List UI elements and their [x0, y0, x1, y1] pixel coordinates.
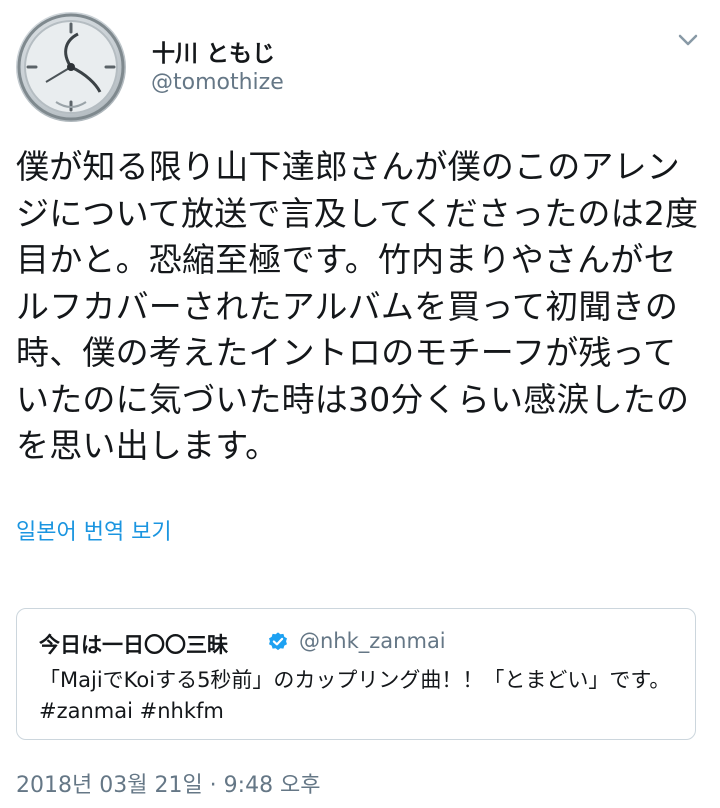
chevron-down-icon[interactable] [676, 30, 700, 50]
translate-link[interactable]: 일본어 번역 보기 [16, 514, 172, 546]
quoted-tweet[interactable]: 今日は一日〇〇三昧 @nhk_zanmai 「MajiでKoiする5秒前」のカッ… [16, 608, 696, 740]
user-handle[interactable]: @tomothize [151, 70, 284, 95]
quoted-tweet-text: 「MajiでKoiする5秒前」のカップリング曲！！「とまどい」です。 #zanm… [39, 668, 678, 723]
avatar[interactable] [16, 12, 126, 122]
quoted-tweet-handle: @nhk_zanmai [299, 629, 446, 653]
quoted-tweet-name: 今日は一日〇〇三昧 [39, 633, 228, 657]
clock-face-icon [17, 13, 125, 121]
display-name[interactable]: 十川 ともじ [152, 34, 275, 68]
tweet-text: 僕が知る限り山下達郎さんが僕のこのアレンジについて放送で言及してくださったのは2… [16, 147, 699, 465]
verified-badge-icon [267, 631, 289, 653]
tweet-timestamp[interactable]: 2018년 03월 21일 · 9:48 오후 [16, 767, 321, 799]
